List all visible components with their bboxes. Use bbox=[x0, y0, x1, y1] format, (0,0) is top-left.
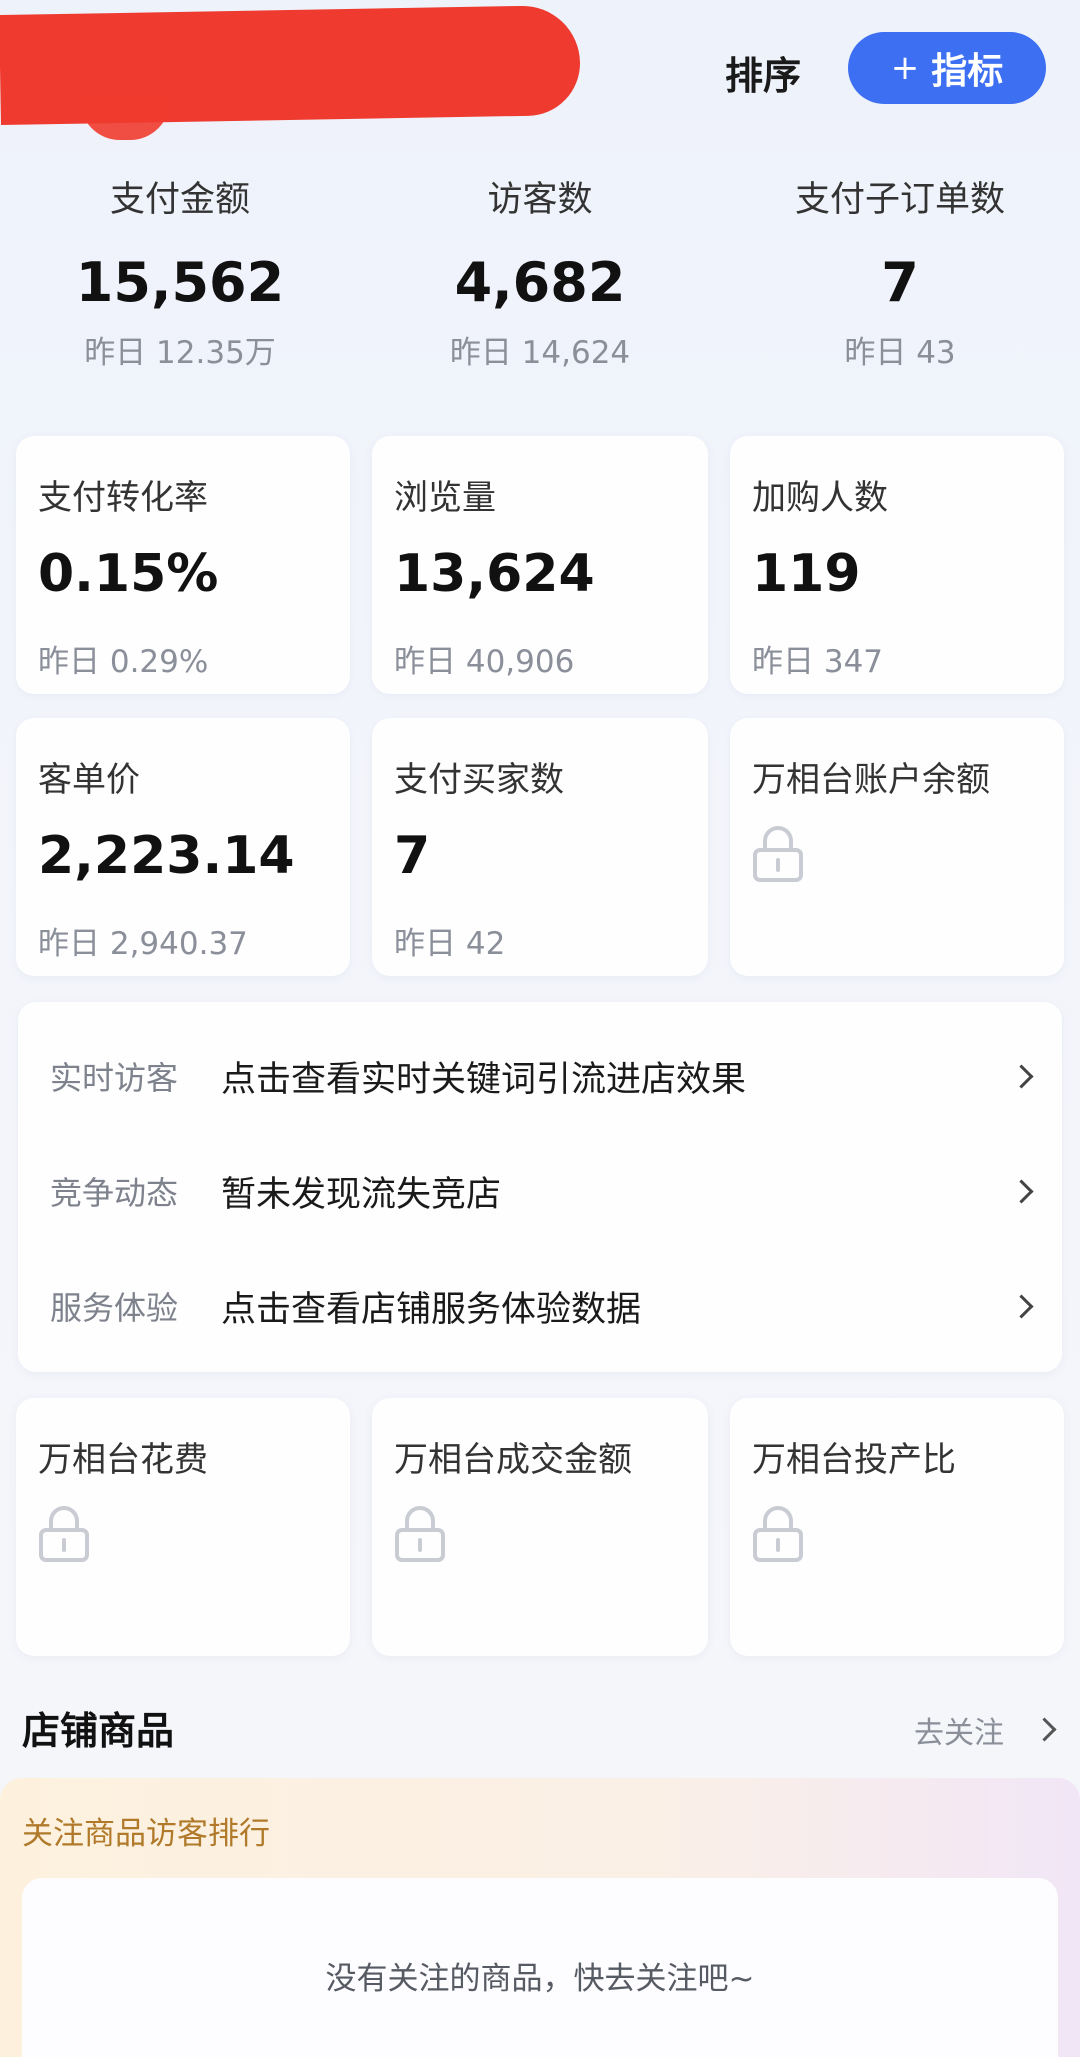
stat-value: 4,682 bbox=[454, 251, 626, 314]
stat-payment-amount[interactable]: 支付金额 15,562 昨日 12.35万 bbox=[0, 170, 360, 378]
chevron-right-icon bbox=[1009, 1063, 1034, 1089]
redacted-store-avatar bbox=[80, 100, 170, 140]
stat-prev: 昨日 43 bbox=[844, 335, 956, 371]
stat-label: 支付子订单数 bbox=[794, 180, 1005, 220]
card-wxt-gmv[interactable]: 万相台成交金额 bbox=[372, 1398, 708, 1656]
card-label: 万相台成交金额 bbox=[394, 1440, 632, 1480]
insights-panel: 实时访客 点击查看实时关键词引流进店效果 竞争动态 暂未发现流失竞店 服务体验 … bbox=[18, 1002, 1062, 1372]
card-prev: 昨日 0.29% bbox=[38, 644, 209, 680]
info-row-realtime-visitors[interactable]: 实时访客 点击查看实时关键词引流进店效果 bbox=[18, 1036, 1062, 1116]
add-metric-button[interactable]: + 指标 bbox=[848, 32, 1046, 104]
info-label: 服务体验 bbox=[50, 1289, 179, 1327]
card-label: 万相台账户余额 bbox=[752, 760, 990, 800]
stat-sub-orders[interactable]: 支付子订单数 7 昨日 43 bbox=[720, 170, 1080, 378]
card-label: 支付转化率 bbox=[38, 478, 208, 518]
lock-icon bbox=[395, 1506, 445, 1562]
card-page-views[interactable]: 浏览量 13,624 昨日 40,906 bbox=[372, 436, 708, 694]
card-label: 加购人数 bbox=[752, 478, 888, 518]
plus-icon: + bbox=[890, 48, 920, 88]
card-value: 13,624 bbox=[394, 544, 595, 604]
card-value: 7 bbox=[394, 826, 431, 886]
info-text: 暂未发现流失竞店 bbox=[221, 1174, 502, 1215]
info-label: 竞争动态 bbox=[50, 1174, 179, 1212]
card-value: 0.15% bbox=[38, 544, 219, 604]
info-text: 点击查看实时关键词引流进店效果 bbox=[221, 1059, 747, 1100]
info-label: 实时访客 bbox=[50, 1059, 179, 1097]
info-row-service-experience[interactable]: 服务体验 点击查看店铺服务体验数据 bbox=[18, 1266, 1062, 1346]
card-prev: 昨日 42 bbox=[394, 926, 506, 962]
card-label: 客单价 bbox=[38, 760, 140, 800]
ranking-title: 关注商品访客排行 bbox=[22, 1816, 270, 1852]
top-stats: 支付金额 15,562 昨日 12.35万 访客数 4,682 昨日 14,62… bbox=[0, 170, 1080, 400]
info-row-competition[interactable]: 竞争动态 暂未发现流失竞店 bbox=[18, 1151, 1062, 1231]
stat-value: 7 bbox=[881, 251, 919, 314]
lock-icon bbox=[753, 826, 803, 882]
stat-label: 支付金额 bbox=[109, 180, 250, 220]
stat-prev: 昨日 12.35万 bbox=[84, 335, 276, 371]
card-wxt-balance[interactable]: 万相台账户余额 bbox=[730, 718, 1064, 976]
card-conversion-rate[interactable]: 支付转化率 0.15% 昨日 0.29% bbox=[16, 436, 350, 694]
stat-label: 访客数 bbox=[487, 180, 593, 220]
stat-value: 15,562 bbox=[75, 251, 285, 314]
card-label: 万相台花费 bbox=[38, 1440, 208, 1480]
chevron-right-icon[interactable] bbox=[1032, 1717, 1057, 1742]
card-value: 119 bbox=[752, 544, 861, 604]
card-value: 2,223.14 bbox=[38, 826, 295, 886]
card-paying-buyers[interactable]: 支付买家数 7 昨日 42 bbox=[372, 718, 708, 976]
info-text: 点击查看店铺服务体验数据 bbox=[221, 1289, 642, 1330]
header: 排序 + 指标 bbox=[0, 0, 1080, 150]
store-products-title: 店铺商品 bbox=[22, 1709, 175, 1753]
sort-button[interactable]: 排序 bbox=[725, 45, 801, 100]
card-prev: 昨日 40,906 bbox=[394, 644, 575, 680]
card-wxt-roi[interactable]: 万相台投产比 bbox=[730, 1398, 1064, 1656]
stat-visitors[interactable]: 访客数 4,682 昨日 14,624 bbox=[360, 170, 720, 378]
chevron-right-icon bbox=[1009, 1293, 1034, 1319]
go-follow-link[interactable]: 去关注 bbox=[914, 1708, 1004, 1752]
lock-icon bbox=[39, 1506, 89, 1562]
card-label: 支付买家数 bbox=[394, 760, 564, 800]
card-label: 浏览量 bbox=[394, 478, 496, 518]
card-wxt-spend[interactable]: 万相台花费 bbox=[16, 1398, 350, 1656]
card-cart-users[interactable]: 加购人数 119 昨日 347 bbox=[730, 436, 1064, 694]
card-avg-order-value[interactable]: 客单价 2,223.14 昨日 2,940.37 bbox=[16, 718, 350, 976]
stat-prev: 昨日 14,624 bbox=[449, 335, 631, 371]
card-label: 万相台投产比 bbox=[752, 1440, 956, 1480]
ranking-list: 没有关注的商品，快去关注吧~ bbox=[22, 1878, 1058, 2057]
lock-icon bbox=[753, 1506, 803, 1562]
add-metric-label: 指标 bbox=[931, 51, 1004, 92]
empty-state-text: 没有关注的商品，快去关注吧~ bbox=[325, 1961, 755, 1997]
card-prev: 昨日 2,940.37 bbox=[38, 926, 248, 962]
card-prev: 昨日 347 bbox=[752, 644, 884, 680]
followed-products-ranking: 关注商品访客排行 没有关注的商品，快去关注吧~ bbox=[0, 1778, 1080, 2057]
chevron-right-icon bbox=[1009, 1178, 1034, 1204]
